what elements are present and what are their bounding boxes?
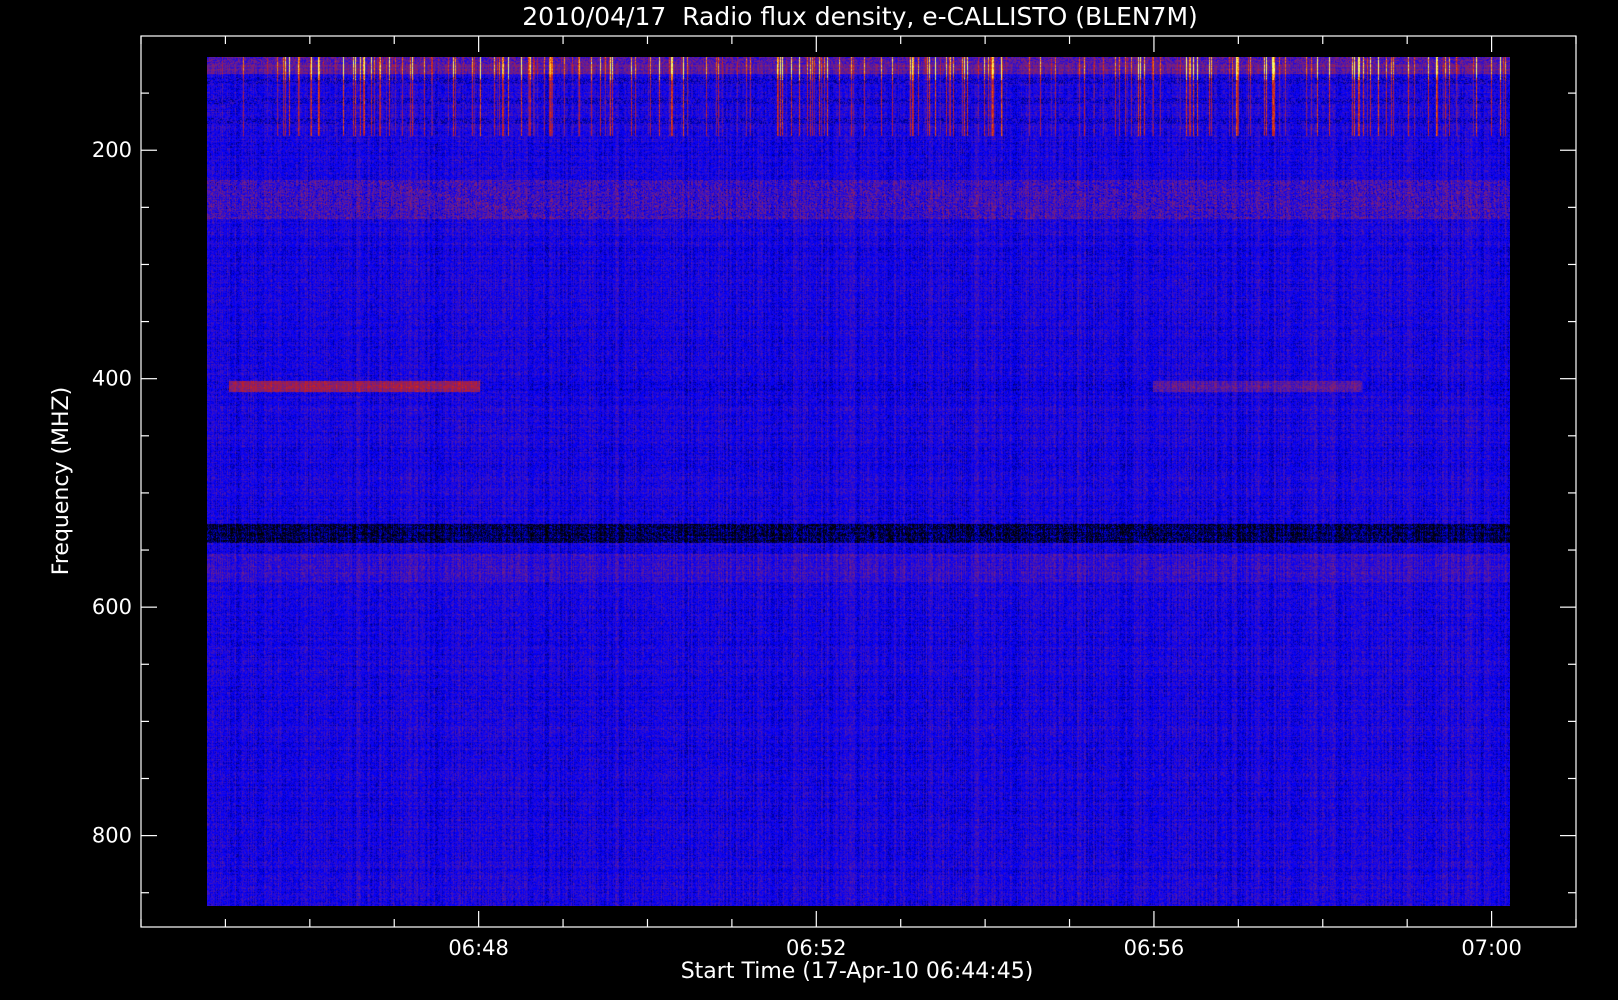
x-tick-label: 07:00 — [1461, 936, 1522, 960]
y-axis-label: Frequency (MHZ) — [49, 387, 74, 575]
x-tick-label: 06:56 — [1124, 936, 1185, 960]
spectrogram-chart: 2010/04/17 Radio flux density, e-CALLIST… — [0, 0, 1618, 1000]
y-tick-label: 600 — [92, 595, 132, 619]
spectrogram-area — [207, 57, 1510, 906]
y-tick-label: 800 — [92, 824, 132, 848]
x-tick-label: 06:52 — [786, 936, 847, 960]
y-tick-label: 200 — [92, 138, 132, 162]
y-tick-label: 400 — [92, 367, 132, 391]
x-tick-label: 06:48 — [448, 936, 509, 960]
x-axis-label: Start Time (17-Apr-10 06:44:45) — [681, 959, 1034, 984]
spectrogram-heatmap — [207, 57, 1510, 906]
chart-title: 2010/04/17 Radio flux density, e-CALLIST… — [522, 2, 1198, 31]
